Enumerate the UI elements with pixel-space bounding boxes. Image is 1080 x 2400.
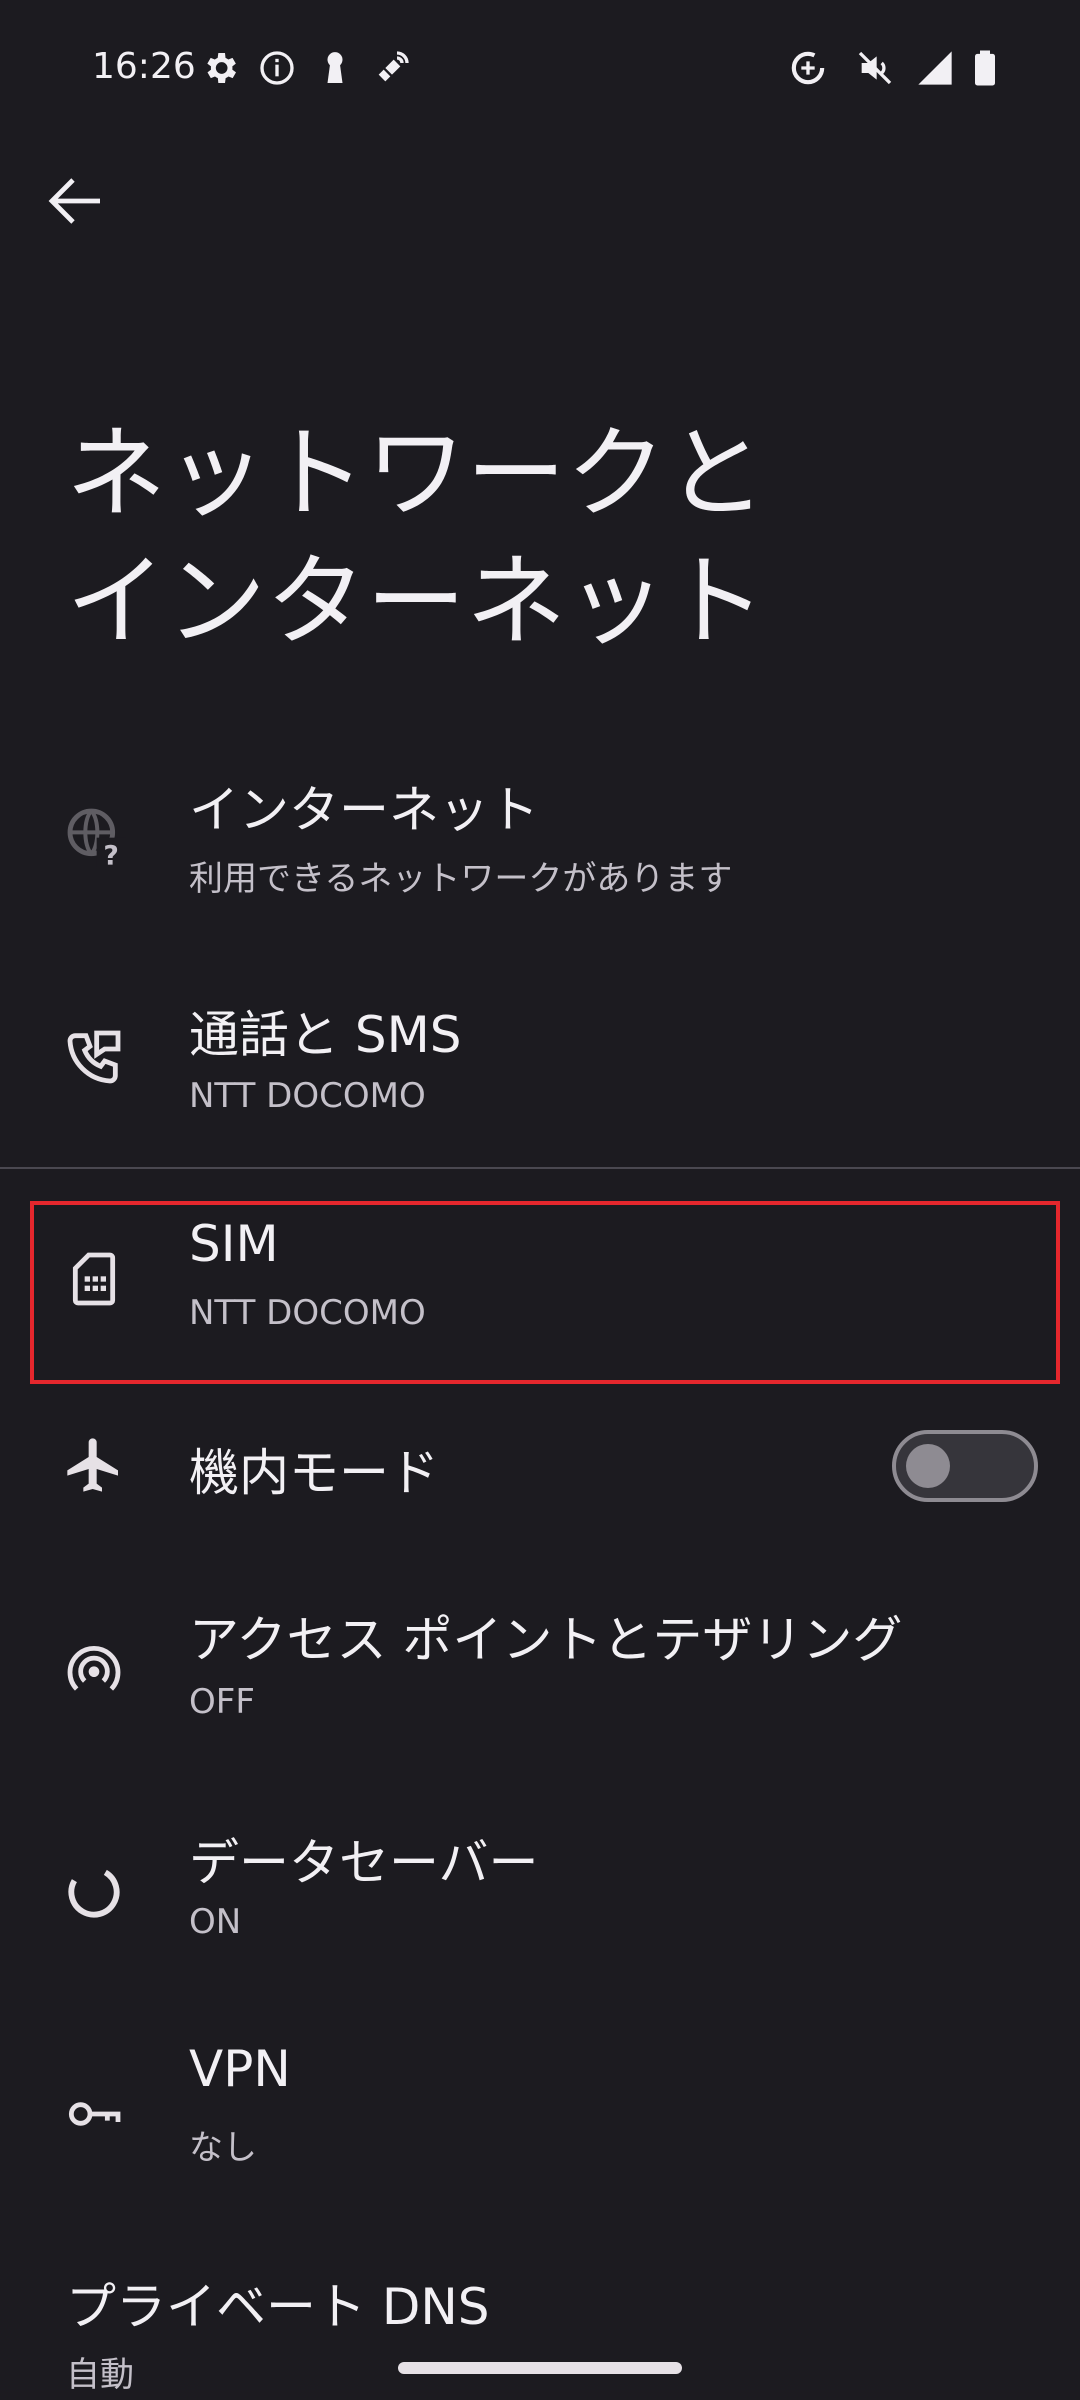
gesture-nav-handle[interactable] — [398, 2362, 682, 2374]
list-item-internet[interactable]: ? インターネット 利用できるネットワークがあります — [0, 745, 1080, 925]
battery-icon — [965, 48, 1005, 88]
vpn-subtitle: なし — [189, 2128, 257, 2168]
arrow-back-icon — [48, 178, 100, 224]
hotspot-subtitle: OFF — [189, 1682, 255, 1722]
key-icon — [62, 2082, 126, 2146]
back-button[interactable] — [40, 165, 112, 237]
svg-text:?: ? — [103, 840, 118, 867]
list-item-hotspot-tethering[interactable]: アクセス ポイントとテザリング OFF — [0, 1585, 1080, 1760]
vibrate-off-icon — [855, 48, 895, 88]
hotspot-icon — [62, 1637, 126, 1701]
sim-card-icon — [62, 1247, 126, 1311]
private-dns-subtitle: 自動 — [66, 2355, 134, 2395]
phone-message-icon — [62, 1025, 126, 1089]
internet-subtitle: 利用できるネットワークがあります — [189, 859, 733, 899]
data-saver-icon — [788, 48, 828, 88]
list-item-vpn[interactable]: VPN なし — [0, 2030, 1080, 2205]
status-bar: 16:26 — [0, 0, 1080, 135]
sim-title: SIM — [189, 1215, 279, 1273]
info-icon — [257, 48, 297, 88]
status-time: 16:26 — [92, 46, 196, 87]
list-item-data-saver[interactable]: データセーバー ON — [0, 1805, 1080, 1980]
private-dns-title: プライベート DNS — [66, 2278, 490, 2336]
data-saver-icon — [62, 1860, 126, 1924]
internet-title: インターネット — [189, 781, 539, 839]
toggle-knob — [906, 1444, 950, 1488]
keyhole-icon — [315, 48, 355, 88]
gear-icon — [200, 48, 240, 88]
page-title: ネットワークと インターネット — [66, 415, 766, 660]
list-item-private-dns[interactable]: プライベート DNS 自動 — [0, 2255, 1080, 2400]
hotspot-title: アクセス ポイントとテザリング — [189, 1611, 903, 1669]
settings-screen: 16:26 ネットワークと インターネット ? インターネット 利用できるネット… — [0, 0, 1080, 2400]
airplane-mode-toggle[interactable] — [892, 1430, 1038, 1502]
data-saver-subtitle: ON — [189, 1902, 242, 1942]
satellite-icon — [372, 48, 412, 88]
airplane-icon — [62, 1433, 126, 1497]
list-item-calls-sms[interactable]: 通話と SMS NTT DOCOMO — [0, 970, 1080, 1145]
list-item-sim[interactable]: SIM NTT DOCOMO — [0, 1205, 1080, 1380]
airplane-mode-title: 機内モード — [189, 1444, 439, 1502]
sim-subtitle: NTT DOCOMO — [189, 1293, 426, 1333]
calls-sms-subtitle: NTT DOCOMO — [189, 1076, 426, 1116]
calls-sms-title: 通話と SMS — [189, 1006, 462, 1064]
globe-question-icon: ? — [62, 803, 126, 867]
data-saver-title: データセーバー — [189, 1834, 539, 1892]
vpn-title: VPN — [189, 2040, 291, 2098]
signal-icon — [915, 48, 955, 88]
divider — [0, 1167, 1080, 1169]
